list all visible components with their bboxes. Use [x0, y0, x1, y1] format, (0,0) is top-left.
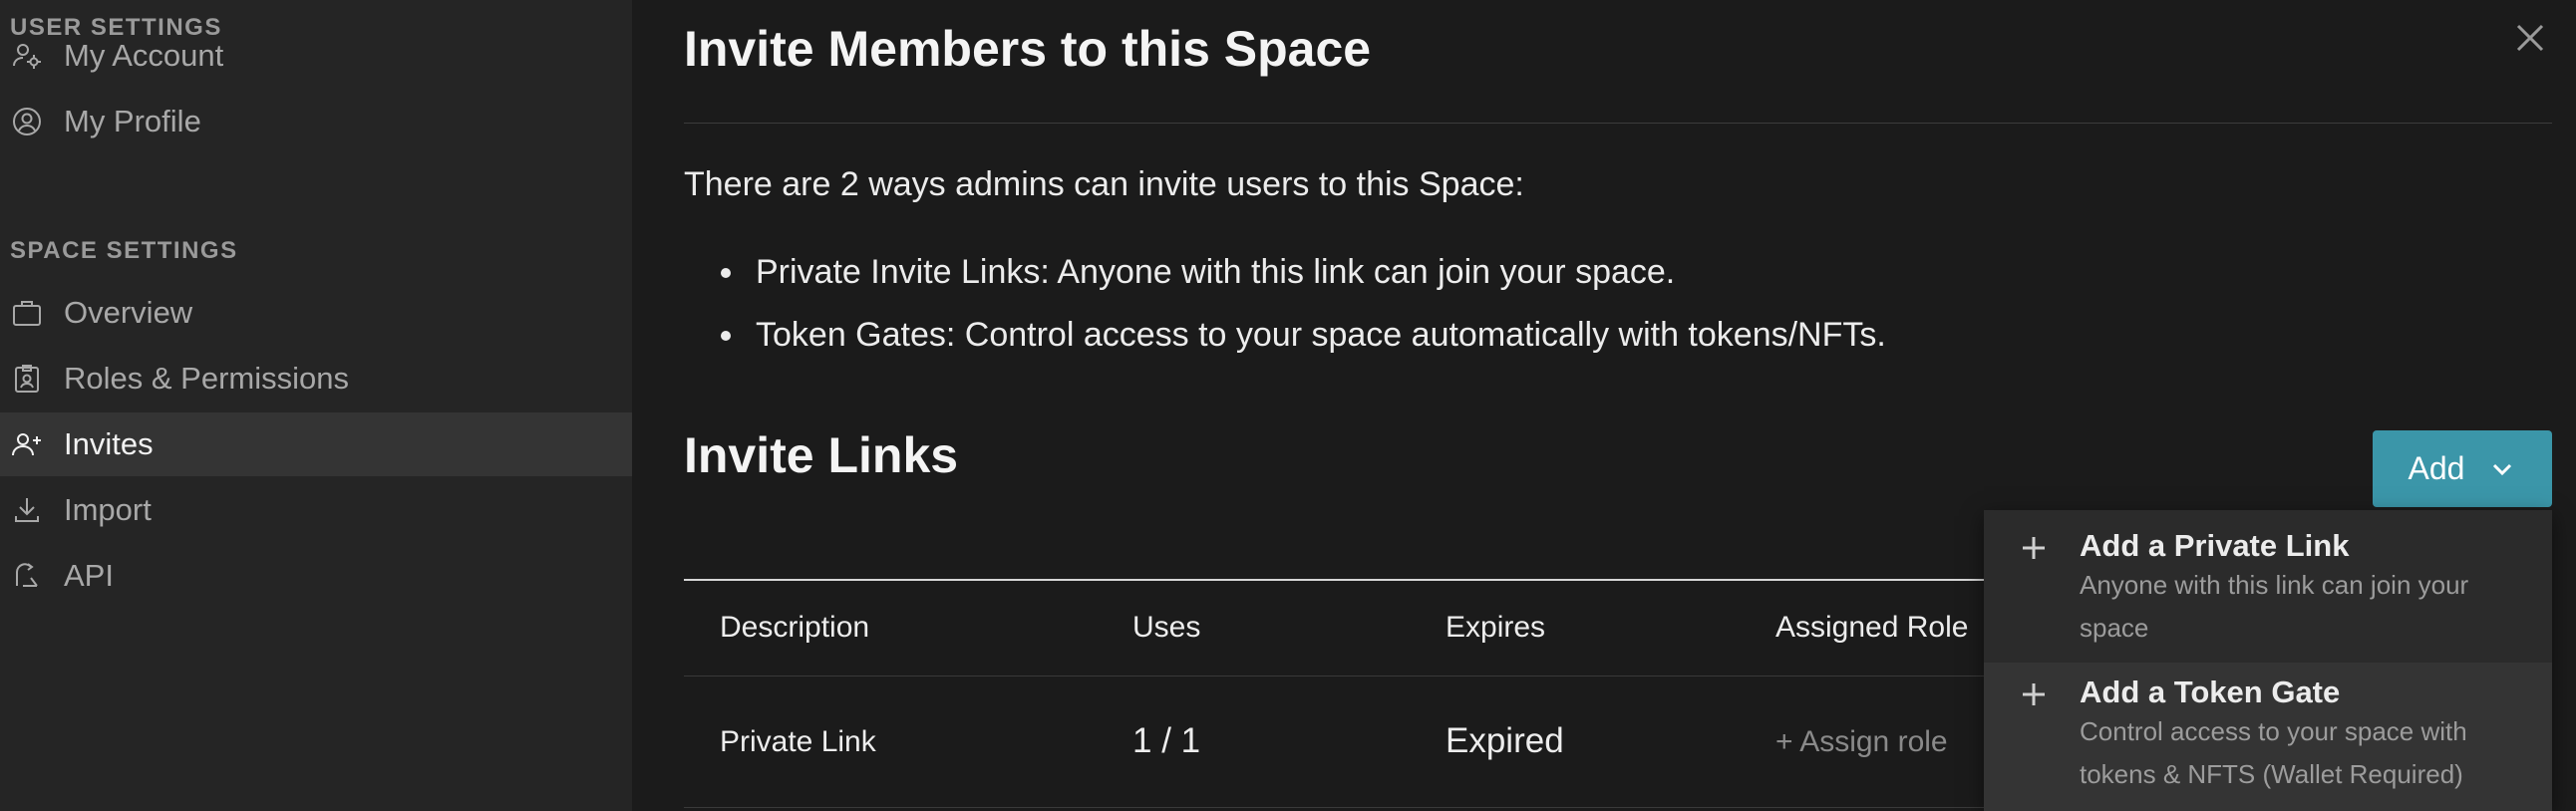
intro-text: There are 2 ways admins can invite users… — [684, 165, 1524, 203]
sidebar-item-overview[interactable]: Overview — [0, 281, 632, 345]
sidebar-item-my-account[interactable]: My Account — [0, 24, 632, 88]
add-button[interactable]: Add — [2373, 430, 2552, 507]
close-button[interactable] — [2510, 18, 2550, 58]
divider — [684, 123, 2552, 124]
close-icon — [2516, 24, 2544, 52]
row-description: Private Link — [720, 725, 876, 758]
list-item: Private Invite Links: Anyone with this l… — [748, 253, 1886, 292]
sidebar-item-label: API — [64, 558, 114, 593]
sidebar-item-label: Invites — [64, 426, 154, 461]
space-settings-label: SPACE SETTINGS — [10, 237, 238, 264]
plus-icon — [2020, 534, 2048, 562]
column-header-description: Description — [720, 611, 870, 644]
add-button-label: Add — [2408, 450, 2465, 486]
sidebar-item-label: My Profile — [64, 104, 201, 138]
chevron-down-icon — [2493, 463, 2512, 475]
sidebar-item-label: Import — [64, 492, 152, 527]
plus-icon — [2020, 680, 2048, 708]
menu-item-description: Control access to your space with tokens… — [2080, 716, 2467, 789]
page-title: Invite Members to this Space — [684, 21, 1372, 77]
user-plus-icon — [10, 427, 44, 461]
assign-role-button[interactable]: + Assign role — [1775, 725, 1948, 759]
api-icon — [10, 559, 44, 593]
user-gear-icon — [10, 39, 44, 73]
sidebar-item-roles-permissions[interactable]: Roles & Permissions — [0, 347, 632, 410]
sidebar: USER SETTINGS My Account My Profile SPAC… — [0, 0, 632, 811]
download-icon — [10, 493, 44, 527]
menu-item-title: Add a Private Link — [2080, 528, 2350, 563]
menu-item-description: Anyone with this link can join your spac… — [2080, 570, 2469, 643]
add-dropdown-menu: Add a Private Link Anyone with this link… — [1984, 510, 2552, 811]
menu-item-add-private-link[interactable]: Add a Private Link Anyone with this link… — [1984, 510, 2552, 656]
invite-links-title: Invite Links — [684, 427, 959, 483]
invite-methods-list: Private Invite Links: Anyone with this l… — [748, 253, 1886, 379]
row-uses: 1 / 1 — [1132, 721, 1201, 760]
sidebar-item-label: My Account — [64, 38, 224, 73]
briefcase-icon — [10, 296, 44, 330]
menu-item-add-token-gate[interactable]: Add a Token Gate Control access to your … — [1984, 663, 2552, 811]
menu-item-title: Add a Token Gate — [2080, 675, 2341, 709]
list-item: Token Gates: Control access to your spac… — [748, 316, 1886, 355]
user-circle-icon — [10, 105, 44, 138]
row-expires: Expired — [1446, 721, 1564, 760]
sidebar-item-label: Roles & Permissions — [64, 361, 349, 396]
sidebar-item-my-profile[interactable]: My Profile — [0, 90, 632, 153]
sidebar-item-invites[interactable]: Invites — [0, 412, 632, 476]
badge-icon — [10, 362, 44, 396]
sidebar-item-api[interactable]: API — [0, 544, 632, 608]
column-header-expires: Expires — [1446, 611, 1546, 644]
column-header-assigned-role: Assigned Role — [1775, 611, 1969, 644]
sidebar-item-import[interactable]: Import — [0, 478, 632, 542]
column-header-uses: Uses — [1132, 611, 1201, 644]
sidebar-item-label: Overview — [64, 295, 193, 330]
